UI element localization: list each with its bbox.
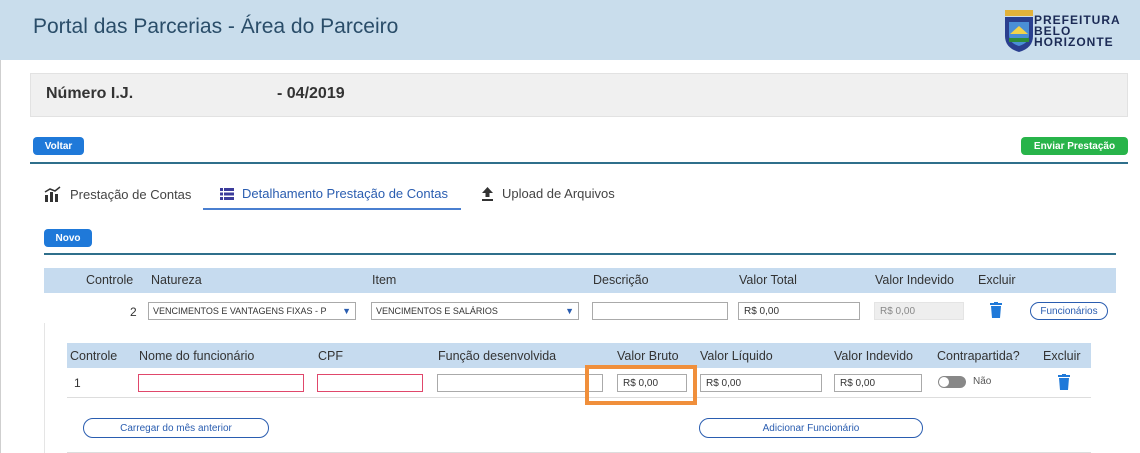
col-valor-indevido: Valor Indevido xyxy=(834,349,913,363)
col-natureza: Natureza xyxy=(151,273,202,287)
tab-label: Upload de Arquivos xyxy=(502,186,615,201)
col-cpf: CPF xyxy=(318,349,343,363)
tab-upload-arquivos[interactable]: Upload de Arquivos xyxy=(481,186,615,201)
ij-panel xyxy=(30,73,1128,117)
valor-total-input[interactable]: R$ 0,00 xyxy=(738,302,860,320)
valor-indevido-input: R$ 0,00 xyxy=(874,302,964,320)
col-nome-funcionario: Nome do funcionário xyxy=(139,349,255,363)
tab-label: Detalhamento Prestação de Contas xyxy=(242,186,448,201)
col-controle: Controle xyxy=(70,349,118,363)
toggle-knob xyxy=(939,377,949,387)
novo-button[interactable]: Novo xyxy=(44,229,92,247)
tab-label: Prestação de Contas xyxy=(70,186,192,202)
voltar-button[interactable]: Voltar xyxy=(33,137,84,155)
col-descricao: Descrição xyxy=(593,273,649,287)
col-item: Item xyxy=(372,273,397,287)
adicionar-funcionario-button[interactable]: Adicionar Funcionário xyxy=(699,418,923,438)
natureza-select[interactable]: VENCIMENTOS E VANTAGENS FIXAS - P ▼ xyxy=(148,302,356,320)
contrapartida-label: Não xyxy=(973,376,992,387)
valor-bruto-highlight xyxy=(585,365,697,405)
ij-value: - 04/2019 xyxy=(277,85,345,102)
col-valor-indevido: Valor Indevido xyxy=(875,273,954,287)
tab-detalhamento[interactable]: Detalhamento Prestação de Contas xyxy=(220,186,448,201)
trash-icon[interactable] xyxy=(1058,374,1070,390)
trash-icon[interactable] xyxy=(990,302,1002,318)
list-icon xyxy=(220,187,234,200)
logo-text: PREFEITURA BELO HORIZONTE xyxy=(1034,13,1121,49)
col-controle: Controle xyxy=(86,273,134,287)
chevron-down-icon: ▼ xyxy=(565,306,574,316)
nome-funcionario-input[interactable] xyxy=(138,374,304,392)
row-divider xyxy=(67,397,1091,398)
coat-of-arms-icon xyxy=(1005,10,1033,52)
tab-prestacao-contas[interactable]: Prestação de Contas xyxy=(44,186,191,202)
funcionarios-button[interactable]: Funcionários xyxy=(1030,302,1108,320)
table-header xyxy=(44,268,1116,293)
descricao-input[interactable] xyxy=(592,302,728,320)
row-controle: 1 xyxy=(74,376,81,390)
funcao-input[interactable] xyxy=(437,374,603,392)
enviar-prestacao-button[interactable]: Enviar Prestação xyxy=(1021,137,1128,155)
col-valor-liquido: Valor Líquido xyxy=(700,349,773,363)
col-contrapartida: Contrapartida? xyxy=(937,349,1020,363)
col-excluir: Excluir xyxy=(978,273,1016,287)
divider xyxy=(30,162,1128,164)
valor-liquido-input[interactable]: R$ 0,00 xyxy=(700,374,822,392)
cpf-input[interactable] xyxy=(317,374,423,392)
ij-label: Número I.J. xyxy=(46,85,134,102)
col-valor-bruto: Valor Bruto xyxy=(617,349,679,363)
section-divider xyxy=(44,253,1116,255)
page-left-border xyxy=(0,60,1,453)
carregar-mes-anterior-button[interactable]: Carregar do mês anterior xyxy=(83,418,269,438)
chart-icon xyxy=(44,186,61,202)
col-valor-total: Valor Total xyxy=(739,273,797,287)
row-controle: 2 xyxy=(130,305,137,319)
valor-indevido-input[interactable]: R$ 0,00 xyxy=(834,374,922,392)
item-select[interactable]: VENCIMENTOS E SALÁRIOS ▼ xyxy=(371,302,579,320)
col-funcao: Função desenvolvida xyxy=(438,349,557,363)
page-title: Portal das Parcerias - Área do Parceiro xyxy=(33,15,399,38)
upload-icon xyxy=(482,186,493,201)
active-tab-indicator xyxy=(203,208,461,210)
chevron-down-icon: ▼ xyxy=(342,306,351,316)
col-excluir: Excluir xyxy=(1043,349,1081,363)
